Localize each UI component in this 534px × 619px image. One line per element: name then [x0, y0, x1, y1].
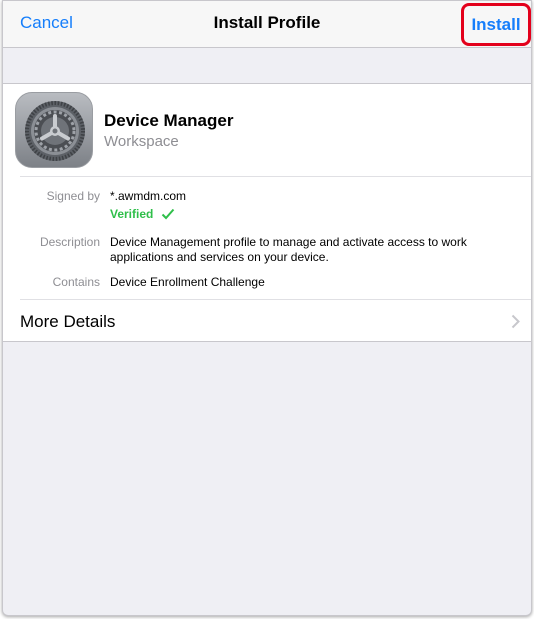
chevron-right-icon — [511, 314, 520, 329]
page-title: Install Profile — [213, 13, 321, 32]
profile-name: Device Manager — [104, 111, 234, 130]
signed-by-value: *.awmdm.com — [110, 189, 187, 203]
description-line-1: Device Management profile to manage and … — [110, 235, 467, 249]
contains-label: Contains — [52, 275, 100, 289]
settings-gear-icon — [15, 92, 93, 168]
divider — [20, 176, 531, 177]
install-button[interactable]: Install — [461, 3, 531, 46]
profile-card: Device Manager Workspace Signed by *.awm… — [3, 83, 531, 342]
description-label: Description — [39, 235, 100, 249]
profile-organization: Workspace — [104, 133, 179, 150]
verified-label: Verified — [110, 207, 154, 221]
install-button-label: Install — [471, 14, 521, 34]
install-profile-sheet: Cancel Install Profile Install Device Ma… — [2, 0, 532, 616]
contains-value: Device Enrollment Challenge — [110, 275, 265, 289]
checkmark-icon — [162, 208, 175, 220]
verified-status: Verified — [110, 207, 175, 221]
signed-by-label: Signed by — [46, 189, 100, 203]
description-line-2: applications and services on your device… — [110, 250, 329, 264]
more-details-label: More Details — [20, 312, 116, 331]
more-details-row[interactable]: More Details — [3, 300, 531, 342]
navigation-bar: Cancel Install Profile Install — [3, 1, 531, 48]
